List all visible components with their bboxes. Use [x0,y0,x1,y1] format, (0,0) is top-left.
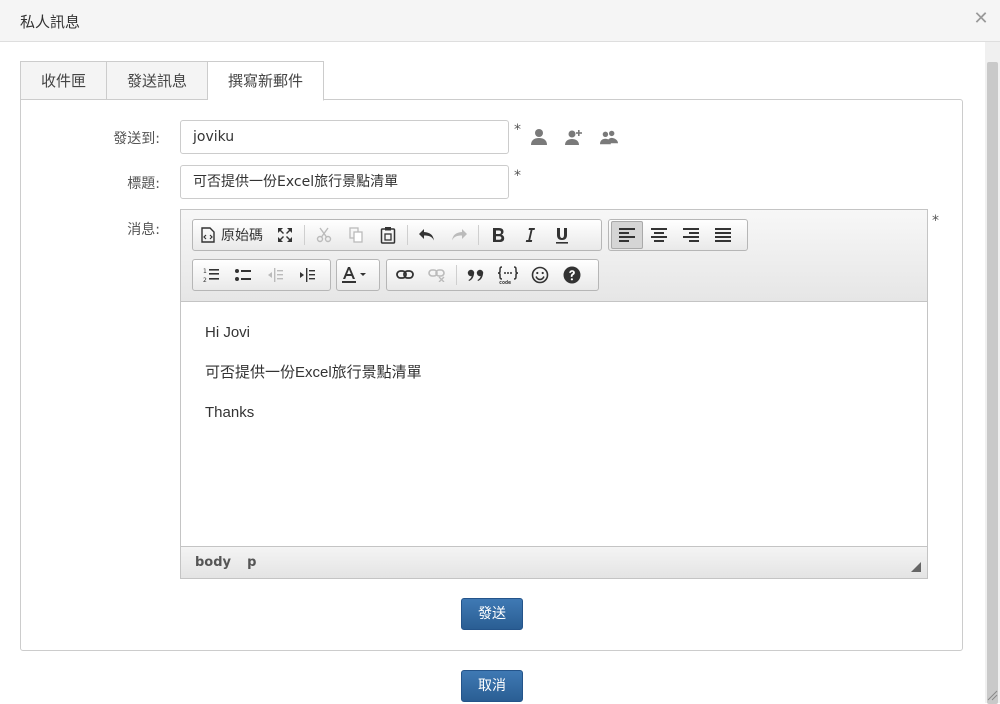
help-button[interactable] [556,261,588,289]
smiley-icon [531,266,549,284]
italic-button[interactable] [514,221,546,249]
align-right-button[interactable] [675,221,707,249]
path-body[interactable]: body [195,555,231,570]
subject-label: 標題: [127,176,160,192]
outdent-button[interactable] [259,261,291,289]
tab-compose[interactable]: 撰寫新郵件 [208,61,325,101]
tab-bar: 收件匣 發送訊息 撰寫新郵件 [20,61,325,101]
to-label: 發送到: [113,131,160,147]
align-left-icon [619,228,635,242]
required-mark: * [932,213,939,229]
subject-input[interactable]: 可否提供一份Excel旅行景點清單 [180,165,509,199]
align-right-icon [683,228,699,242]
outdent-icon [268,268,283,282]
to-input[interactable]: joviku [180,120,509,154]
close-icon[interactable]: ✕ [972,10,990,28]
content-paragraph: Hi Jovi [205,324,251,341]
bullet-list-button[interactable] [227,261,259,289]
single-user-icon[interactable] [530,128,548,146]
svg-text:code: code [499,280,511,284]
required-mark: * [514,122,521,138]
link-icon [396,270,414,279]
code-button[interactable]: code [492,261,524,289]
toolbar-group-edit: 原始碼 [192,219,602,251]
toolbar-separator [456,265,457,285]
paste-icon [380,227,396,244]
editor-content[interactable]: Hi Jovi 可否提供一份Excel旅行景點清單 Thanks [181,302,927,546]
bullet-list-icon [235,269,251,281]
tab-sent[interactable]: 發送訊息 [107,61,209,100]
content-paragraph: Thanks [205,404,255,421]
numbered-list-button[interactable]: 12 [195,261,227,289]
cut-button[interactable] [308,221,340,249]
scrollbar-thumb[interactable] [987,62,998,704]
rich-text-editor: 原始碼 1 2 code Hi Jovi 可否提供一份Excel旅行景點清單 T… [180,209,928,579]
emoji-button[interactable] [524,261,556,289]
toolbar-separator [407,225,408,245]
redo-button[interactable] [443,221,475,249]
code-icon: code [497,266,519,284]
resize-grip-icon[interactable] [986,689,998,701]
undo-icon [419,229,434,241]
toolbar-group-insert: code [386,259,599,291]
link-button[interactable] [389,261,421,289]
copy-button[interactable] [340,221,372,249]
cut-icon [316,227,332,243]
source-icon [201,227,215,243]
unlink-icon [428,269,445,282]
content-paragraph: 可否提供一份Excel旅行景點清單 [205,364,422,381]
indent-button[interactable] [291,261,323,289]
svg-text:2: 2 [203,277,207,283]
toolbar-group-lists: 12 [192,259,331,291]
editor-statusbar: body p [181,546,927,578]
underline-button[interactable] [546,221,578,249]
unlink-button[interactable] [421,261,453,289]
align-justify-button[interactable] [707,221,739,249]
italic-icon [525,228,535,242]
help-icon [563,266,581,284]
toolbar-separator [478,225,479,245]
add-user-icon[interactable] [565,128,583,146]
numbered-list-icon: 12 [203,268,219,283]
text-color-button[interactable] [339,261,371,289]
underline-icon [556,227,568,244]
quote-icon [467,269,484,281]
user-group-icon[interactable] [600,128,618,146]
maximize-button[interactable] [269,221,301,249]
align-center-icon [651,228,667,242]
align-justify-icon [715,228,731,242]
send-button[interactable]: 發送 [461,598,523,630]
toolbar-separator [304,225,305,245]
dialog-titlebar: 私人訊息 ✕ [0,0,1000,42]
scrollbar[interactable] [985,42,1000,704]
path-p[interactable]: p [247,555,256,570]
editor-toolbar: 原始碼 1 2 code [181,210,927,302]
maximize-icon [278,228,292,242]
indent-icon [300,268,315,282]
blockquote-button[interactable] [460,261,492,289]
bold-button[interactable] [482,221,514,249]
paste-button[interactable] [372,221,404,249]
undo-button[interactable] [411,221,443,249]
editor-resize-icon[interactable] [911,562,921,572]
source-label: 原始碼 [221,228,263,244]
redo-icon [452,229,467,241]
message-label: 消息: [127,222,160,238]
align-center-button[interactable] [643,221,675,249]
required-mark: * [514,168,521,184]
source-button[interactable]: 原始碼 [195,221,269,249]
toolbar-group-color [336,259,380,291]
tab-inbox[interactable]: 收件匣 [20,61,108,100]
dialog-title: 私人訊息 [20,13,81,31]
svg-text:1: 1 [203,268,207,275]
toolbar-group-align [608,219,748,251]
cancel-button[interactable]: 取消 [461,670,523,702]
bold-icon [493,228,505,242]
align-left-button[interactable] [611,221,643,249]
text-color-icon [342,267,366,283]
copy-icon [349,227,363,243]
